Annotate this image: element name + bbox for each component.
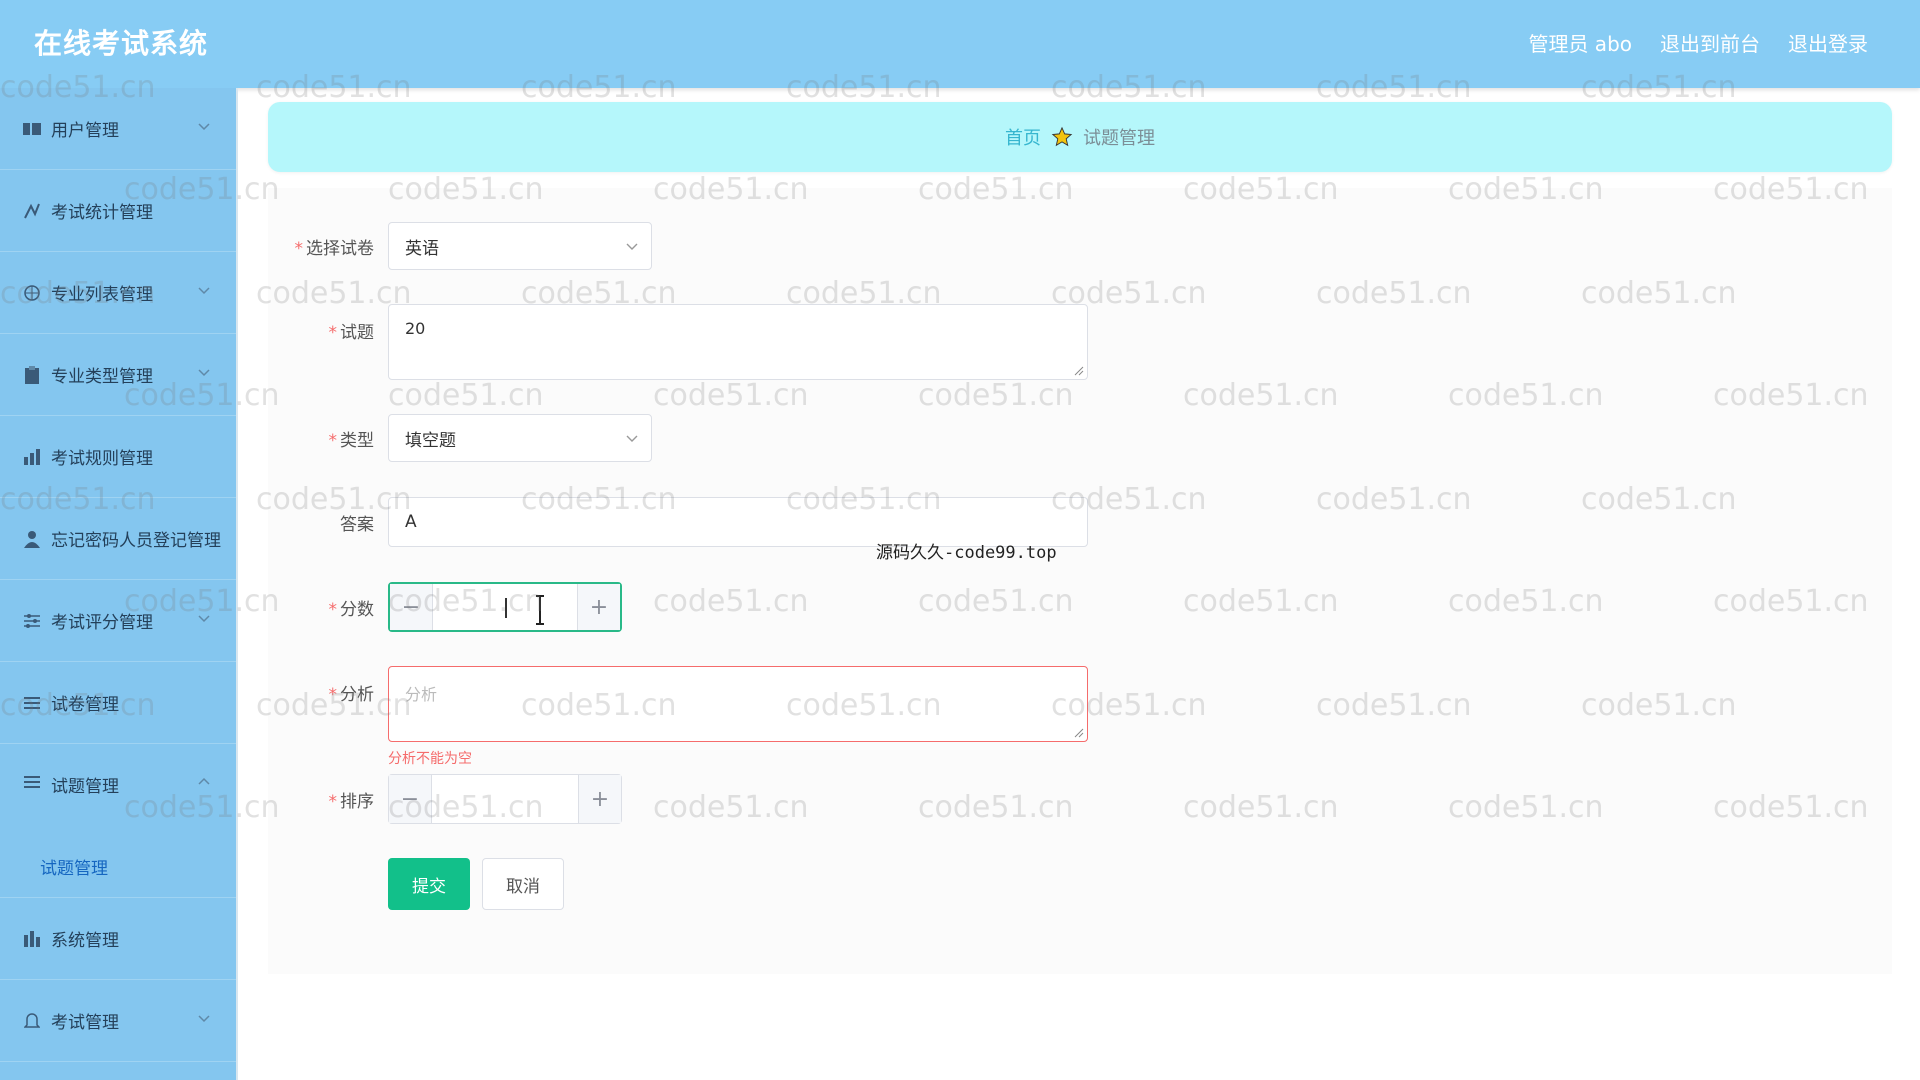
clipboard-icon bbox=[22, 365, 42, 385]
sidebar-item-label: 忘记密码人员登记管理 bbox=[51, 531, 221, 551]
score-input[interactable] bbox=[433, 584, 577, 630]
analysis-label: * 分析 bbox=[328, 685, 375, 705]
list-icon bbox=[22, 693, 42, 713]
sidebar-item-exams[interactable]: 考试管理 bbox=[0, 980, 236, 1062]
text-caret bbox=[505, 598, 507, 618]
sidebar-item-label: 考试评分管理 bbox=[51, 613, 153, 633]
sidebar-item-label: 考试管理 bbox=[51, 1013, 119, 1033]
header-links: 管理员 abo 退出到前台 退出登录 bbox=[1528, 28, 1868, 57]
logout-link[interactable]: 退出登录 bbox=[1788, 28, 1868, 57]
sidebar-item-exam-stats[interactable]: 考试统计管理 bbox=[0, 170, 236, 252]
answer-label: 答案 bbox=[340, 515, 374, 535]
form-row-question: * 试题 20 bbox=[268, 304, 1088, 380]
submenu-item-questions[interactable]: 试题管理 bbox=[40, 854, 108, 879]
order-label: * 排序 bbox=[328, 792, 375, 812]
chevron-down-icon bbox=[198, 1015, 210, 1023]
type-label: * 类型 bbox=[328, 431, 375, 451]
analysis-textarea[interactable]: 分析 bbox=[388, 666, 1088, 742]
ibeam-cursor-icon bbox=[536, 595, 544, 625]
form-row-paper: * 选择试卷 英语 bbox=[268, 222, 652, 270]
sidebar-item-label: 系统管理 bbox=[51, 931, 119, 951]
top-header: 在线考试系统 管理员 abo 退出到前台 退出登录 bbox=[0, 0, 1920, 88]
paper-label: * 选择试卷 bbox=[294, 239, 375, 259]
form-row-score: * 分数 − + bbox=[268, 582, 622, 632]
question-textarea-value: 20 bbox=[405, 319, 426, 338]
analysis-placeholder: 分析 bbox=[405, 685, 438, 704]
sidebar-item-label: 考试统计管理 bbox=[51, 203, 153, 223]
form-row-order: * 排序 − + bbox=[268, 774, 622, 824]
bar-icon bbox=[22, 929, 42, 949]
sidebar-item-label: 专业类型管理 bbox=[51, 367, 153, 387]
sidebar-item-label: 用户管理 bbox=[51, 121, 119, 141]
globe-icon bbox=[22, 283, 42, 303]
users-icon bbox=[22, 119, 42, 139]
breadcrumb-current: 试题管理 bbox=[1083, 128, 1155, 149]
analysis-error-message: 分析不能为空 bbox=[388, 751, 472, 767]
sidebar-item-system[interactable]: 系统管理 bbox=[0, 898, 236, 980]
chevron-down-icon bbox=[626, 243, 638, 250]
admin-user-link[interactable]: 管理员 abo bbox=[1528, 28, 1632, 57]
paper-select[interactable]: 英语 bbox=[388, 222, 652, 270]
bell-icon bbox=[22, 1011, 42, 1031]
sidebar-item-exam-rules[interactable]: 考试规则管理 bbox=[0, 416, 236, 498]
sidebar-item-papers[interactable]: 试卷管理 bbox=[0, 662, 236, 744]
form-row-analysis: * 分析 分析 分析不能为空 bbox=[268, 666, 1088, 767]
chevron-down-icon bbox=[198, 615, 210, 623]
order-increment-button[interactable]: + bbox=[578, 775, 621, 823]
sliders-icon bbox=[22, 611, 42, 631]
sidebar-item-label: 专业列表管理 bbox=[51, 285, 153, 305]
sidebar-item-label: 试卷管理 bbox=[51, 695, 119, 715]
order-decrement-button[interactable]: − bbox=[389, 775, 432, 823]
sidebar-item-label: 考试规则管理 bbox=[51, 449, 153, 469]
score-label: * 分数 bbox=[328, 600, 375, 620]
sidebar-item-exam-scoring[interactable]: 考试评分管理 bbox=[0, 580, 236, 662]
submit-button[interactable]: 提交 bbox=[388, 858, 470, 910]
star-icon bbox=[1051, 126, 1073, 147]
sidebar: 用户管理 考试统计管理 专业列表管理 专业类型管理 考试规则管理 忘记密码人员登… bbox=[0, 88, 238, 1080]
chevron-down-icon bbox=[626, 435, 638, 442]
sidebar-item-label: 试题管理 bbox=[51, 777, 119, 797]
question-form: * 选择试卷 英语 * 试题 20 * 类型 填空题 答案 A * 分数 − +… bbox=[268, 188, 1892, 974]
chevron-down-icon bbox=[198, 123, 210, 131]
breadcrumb-home-link[interactable]: 首页 bbox=[1005, 124, 1041, 150]
score-decrement-button[interactable]: − bbox=[390, 584, 433, 630]
resize-handle-icon[interactable] bbox=[1072, 726, 1084, 738]
answer-input-value: A bbox=[405, 512, 417, 532]
chevron-up-icon bbox=[198, 777, 210, 785]
paper-select-value: 英语 bbox=[405, 238, 439, 259]
type-select-value: 填空题 bbox=[405, 430, 456, 451]
source-watermark-text: 源码久久-code99.top bbox=[876, 543, 1057, 563]
rules-icon bbox=[22, 447, 42, 467]
chart-icon bbox=[22, 201, 42, 221]
sidebar-item-forgot-password[interactable]: 忘记密码人员登记管理 bbox=[0, 498, 236, 580]
score-increment-button[interactable]: + bbox=[577, 584, 620, 630]
chevron-down-icon bbox=[198, 287, 210, 295]
cancel-button[interactable]: 取消 bbox=[482, 858, 564, 910]
question-textarea[interactable]: 20 bbox=[388, 304, 1088, 380]
sidebar-item-major-list[interactable]: 专业列表管理 bbox=[0, 252, 236, 334]
app-title: 在线考试系统 bbox=[34, 27, 209, 60]
sidebar-item-major-type[interactable]: 专业类型管理 bbox=[0, 334, 236, 416]
form-row-type: * 类型 填空题 bbox=[268, 414, 652, 462]
breadcrumb: 首页 试题管理 bbox=[268, 102, 1892, 172]
question-label: * 试题 bbox=[328, 323, 375, 343]
person-icon bbox=[22, 529, 42, 549]
sidebar-item-questions[interactable]: 试题管理 试题管理 bbox=[0, 744, 236, 898]
exit-to-frontend-link[interactable]: 退出到前台 bbox=[1660, 28, 1760, 57]
sidebar-item-users[interactable]: 用户管理 bbox=[0, 88, 236, 170]
order-input[interactable] bbox=[432, 775, 578, 823]
order-stepper[interactable]: − + bbox=[388, 774, 622, 824]
list-icon bbox=[22, 772, 42, 792]
type-select[interactable]: 填空题 bbox=[388, 414, 652, 462]
resize-handle-icon[interactable] bbox=[1072, 364, 1084, 376]
chevron-down-icon bbox=[198, 369, 210, 377]
score-stepper[interactable]: − + bbox=[388, 582, 622, 632]
